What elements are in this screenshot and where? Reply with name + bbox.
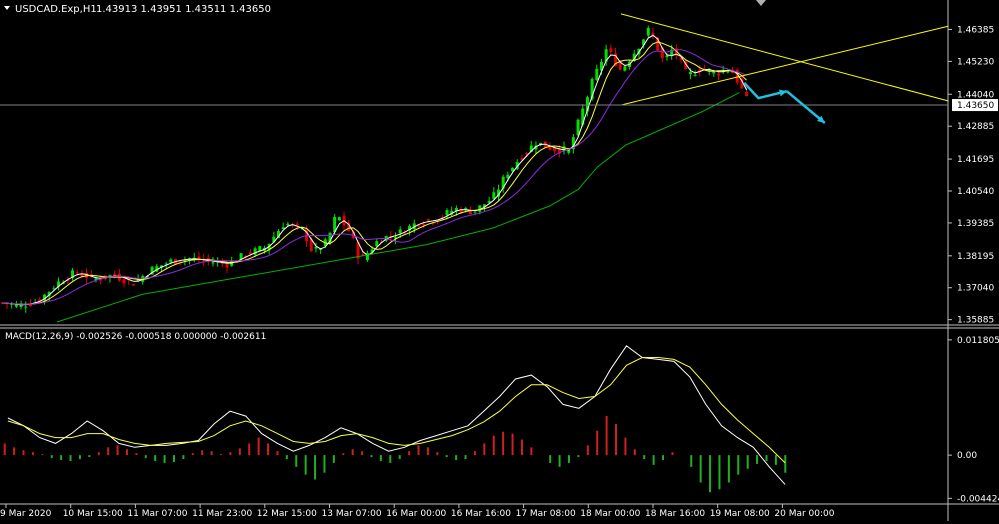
time-tick-label: 16 Mar 16:00 (451, 509, 511, 519)
price-tick-label: 1.39385 (957, 219, 994, 229)
candle-body (75, 272, 79, 274)
ohlc-values: 1.43913 1.43951 1.43511 1.43650 (96, 4, 271, 15)
price-tick-label: 1.46385 (957, 25, 994, 35)
candle-body (122, 279, 126, 284)
candle-body (225, 263, 229, 268)
time-tick-label: 18 Mar 16:00 (645, 509, 705, 519)
candle-body (426, 219, 430, 221)
candle-body (595, 68, 599, 81)
chart-svg: USDCAD.Exp,H1 1.43913 1.43951 1.43511 1.… (0, 0, 999, 521)
time-tick-label: 9 Mar 2020 (0, 509, 52, 519)
macd-label: MACD(12,26,9) -0.002526 -0.000518 0.0000… (5, 332, 266, 342)
candle-body (618, 62, 622, 70)
time-tick-label: 11 Mar 07:00 (127, 509, 187, 519)
price-tick-label: 1.41695 (957, 155, 994, 165)
price-tick-label: 1.42885 (957, 122, 994, 132)
candle-body (295, 223, 299, 225)
candle-body (398, 229, 402, 233)
candle-body (693, 74, 697, 76)
time-tick-label: 20 Mar 00:00 (774, 509, 834, 519)
chart-window[interactable]: USDCAD.Exp,H1 1.43913 1.43951 1.43511 1.… (0, 0, 999, 521)
candle-body (314, 247, 318, 249)
candle-body (745, 92, 749, 97)
candle-body (113, 273, 117, 276)
time-tick-label: 16 Mar 00:00 (386, 509, 446, 519)
price-tick-label: 1.45230 (957, 57, 994, 67)
current-price-label: 1.43650 (957, 101, 994, 111)
candle-body (688, 71, 692, 75)
candle-body (665, 55, 669, 58)
candle-body (286, 223, 290, 226)
symbol-label: USDCAD.Exp,H1 (15, 4, 97, 15)
candle-body (464, 207, 468, 209)
candle-body (445, 210, 449, 216)
chart-background (0, 0, 999, 521)
time-tick-label: 17 Mar 08:00 (516, 509, 576, 519)
candle-body (646, 27, 650, 36)
time-tick-label: 19 Mar 08:00 (710, 509, 770, 519)
macd-tick-label: 0.00 (957, 451, 977, 461)
candle-body (169, 259, 173, 263)
macd-tick-label: 0.011805 (957, 336, 999, 346)
candle-body (422, 223, 426, 226)
price-tick-label: 1.40540 (957, 187, 994, 197)
candle-body (258, 246, 262, 251)
time-tick-label: 13 Mar 07:00 (322, 509, 382, 519)
candle-body (473, 211, 477, 213)
price-tick-label: 1.44040 (957, 90, 994, 100)
candle-body (417, 225, 421, 227)
candle-body (492, 192, 496, 199)
candle-body (24, 306, 28, 308)
price-tick-label: 1.35885 (957, 316, 994, 326)
price-tick-label: 1.37040 (957, 284, 994, 294)
candle-body (609, 48, 613, 53)
time-tick-label: 12 Mar 15:00 (257, 509, 317, 519)
candle-body (623, 66, 627, 71)
price-tick-label: 1.38195 (957, 252, 994, 262)
time-tick-label: 18 Mar 00:00 (580, 509, 640, 519)
time-tick-label: 11 Mar 23:00 (192, 509, 252, 519)
macd-tick-label: -0.004424 (957, 494, 999, 504)
candle-body (716, 73, 720, 76)
candle-body (525, 153, 529, 155)
candle-body (131, 284, 135, 286)
candle-body (211, 262, 215, 264)
time-tick-label: 10 Mar 15:00 (63, 509, 123, 519)
candle-body (337, 217, 341, 221)
